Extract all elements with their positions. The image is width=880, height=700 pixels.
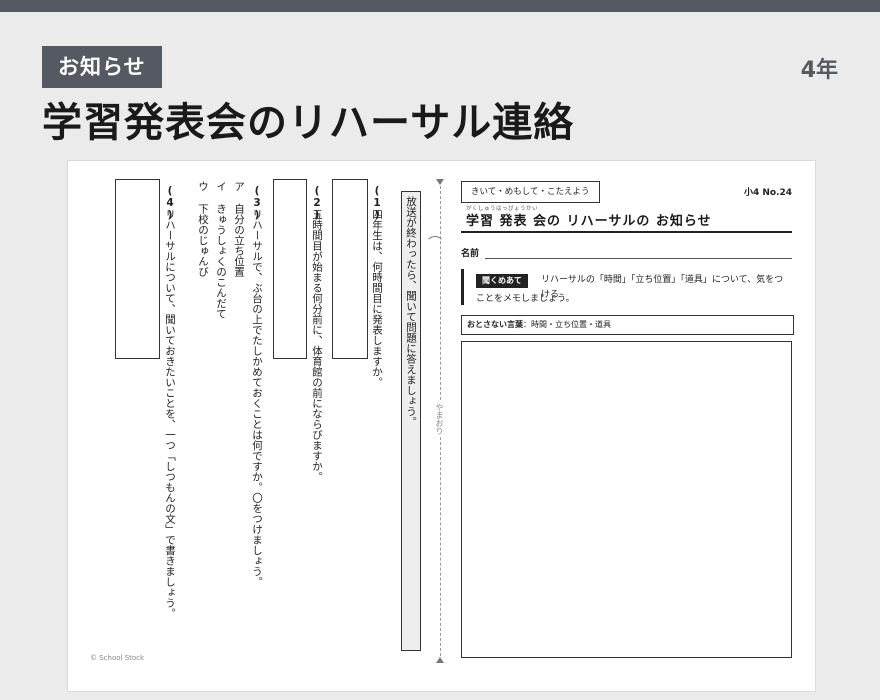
worksheet-title: 学習 発表 会の リハーサルの お知らせ xyxy=(466,214,712,229)
name-label: 名前 xyxy=(461,249,480,259)
intro-box: 放送が終わったら、聞いて問題に答えましょう。 xyxy=(401,191,421,651)
q2-answer-box[interactable] xyxy=(273,179,307,359)
category-label: きいて・めもして・こたえよう xyxy=(461,181,600,203)
slide-canvas: お知らせ 4年 学習発表会のリハーサル連絡 放送が終わったら、聞いて問題に答えま… xyxy=(0,12,880,700)
instruction-line2: ことをメモしましょう。 xyxy=(476,294,575,304)
copyright: © School Stock xyxy=(90,654,145,662)
top-bar xyxy=(0,0,880,12)
worksheet-image: 放送が終わったら、聞いて問題に答えましょう。 (1) 四年生は、何時間目に発表し… xyxy=(67,160,816,692)
q2-text: 五時間目が始まる何分前に、体育館の前にならびますか。 xyxy=(311,209,323,482)
q4-answer-box[interactable] xyxy=(115,179,160,359)
instruction-tag: 聞くめあて xyxy=(476,274,528,288)
fold-arrow-top xyxy=(436,179,444,185)
q1-text: 四年生は、何時間目に発表しますか。 xyxy=(371,209,383,388)
keywords-text: ：時間・立ち位置・道具 xyxy=(523,320,611,329)
q3-option-a: ア 自分の立ち位置 xyxy=(233,181,245,277)
q3-option-i: イ きゅうしょくのこんだて xyxy=(215,181,227,319)
q4-text: リハーサルについて、聞いておきたいことを、一つ「しつもんの文」で書きましょう。 xyxy=(164,209,176,619)
fold-label: やまおり xyxy=(434,401,445,437)
keywords-label: おとさない言葉 xyxy=(467,320,523,329)
memo-area[interactable] xyxy=(461,341,792,658)
name-field[interactable] xyxy=(485,258,792,259)
memo-section: きいて・めもして・こたえよう 小4 No.24 がくしゅうはっぴょうかい 学習 … xyxy=(461,161,815,691)
worksheet-number: 小4 No.24 xyxy=(743,188,792,198)
fold-arrow-bottom xyxy=(436,657,444,663)
intro-text: 放送が終わったら、聞いて問題に答えましょう。 xyxy=(401,191,421,651)
grade-label: 4年 xyxy=(800,58,838,83)
q1-answer-box[interactable] xyxy=(332,179,368,359)
instruction-block: 聞くめあて リハーサルの「時間」「立ち位置」「道具」について、気をつける ことを… xyxy=(461,269,795,305)
title-rule xyxy=(461,231,792,233)
keywords-box: おとさない言葉：時間・立ち位置・道具 xyxy=(461,315,794,335)
q3-text: リハーサルで、ぶ台の上でたしかめておくことは何ですか。〇をつけましょう。 xyxy=(251,209,263,587)
fold-icon: ⌒ xyxy=(428,236,442,252)
q3-option-u: ウ 下校のじゅんび xyxy=(197,181,209,277)
notice-badge: お知らせ xyxy=(42,46,162,88)
page-title: 学習発表会のリハーサル連絡 xyxy=(42,100,575,146)
instruction-line1: リハーサルの「時間」「立ち位置」「道具」について、気をつける xyxy=(541,275,784,300)
